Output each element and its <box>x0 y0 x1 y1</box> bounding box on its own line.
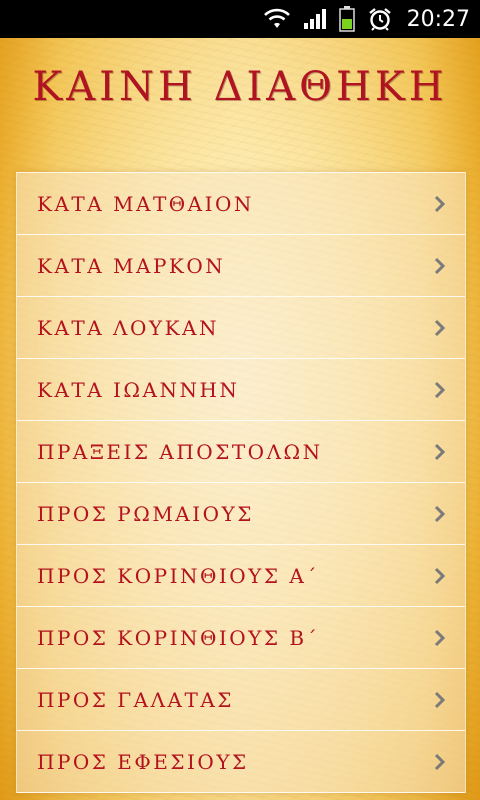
alarm-icon <box>367 7 393 31</box>
chevron-right-icon <box>433 256 447 276</box>
chevron-right-icon <box>433 690 447 710</box>
phone-screen: 20:27 ΚΑΙΝΗ ΔΙΑΘΗΚΗ ΚΑΤΑ ΜΑΤΘΑΙΟΝ ΚΑΤΑ Μ… <box>0 0 480 800</box>
book-item[interactable]: ΚΑΤΑ ΛΟΥΚΑΝ <box>17 297 465 359</box>
book-item-label: ΠΡΟΣ ΕΦΕΣΙΟΥΣ <box>37 749 249 774</box>
chevron-right-icon <box>433 318 447 338</box>
book-item-label: ΠΡΟΣ ΚΟΡΙΝΘΙΟΥΣ Α΄ <box>37 563 319 588</box>
chevron-right-icon <box>433 442 447 462</box>
book-item-label: ΚΑΤΑ ΛΟΥΚΑΝ <box>37 315 219 340</box>
chevron-right-icon <box>433 628 447 648</box>
app-title: ΚΑΙΝΗ ΔΙΑΘΗΚΗ <box>32 64 448 110</box>
book-item[interactable]: ΠΡΑΞΕΙΣ ΑΠΟΣΤΟΛΩΝ <box>17 421 465 483</box>
chevron-right-icon <box>433 504 447 524</box>
book-list: ΚΑΤΑ ΜΑΤΘΑΙΟΝ ΚΑΤΑ ΜΑΡΚΟΝ ΚΑΤΑ ΛΟΥΚΑΝ ΚΑ… <box>16 172 466 793</box>
status-clock: 20:27 <box>406 6 470 32</box>
battery-icon <box>338 6 355 32</box>
signal-icon <box>303 8 327 30</box>
book-item-label: ΠΡΟΣ ΡΩΜΑΙΟΥΣ <box>37 501 254 526</box>
book-item[interactable]: ΠΡΟΣ ΚΟΡΙΝΘΙΟΥΣ Β΄ <box>17 607 465 669</box>
book-item-label: ΚΑΤΑ ΜΑΤΘΑΙΟΝ <box>37 191 254 216</box>
book-item[interactable]: ΠΡΟΣ ΡΩΜΑΙΟΥΣ <box>17 483 465 545</box>
book-item-label: ΠΡΑΞΕΙΣ ΑΠΟΣΤΟΛΩΝ <box>37 439 323 464</box>
book-item-label: ΠΡΟΣ ΓΑΛΑΤΑΣ <box>37 687 234 712</box>
wifi-icon <box>263 8 291 30</box>
chevron-right-icon <box>433 194 447 214</box>
book-item[interactable]: ΠΡΟΣ ΕΦΕΣΙΟΥΣ <box>17 731 465 793</box>
chevron-right-icon <box>433 752 447 772</box>
book-item[interactable]: ΚΑΤΑ ΜΑΡΚΟΝ <box>17 235 465 297</box>
book-item[interactable]: ΠΡΟΣ ΓΑΛΑΤΑΣ <box>17 669 465 731</box>
book-item[interactable]: ΚΑΤΑ ΙΩΑΝΝΗΝ <box>17 359 465 421</box>
chevron-right-icon <box>433 380 447 400</box>
book-item-label: ΠΡΟΣ ΚΟΡΙΝΘΙΟΥΣ Β΄ <box>37 625 320 650</box>
book-item-label: ΚΑΤΑ ΜΑΡΚΟΝ <box>37 253 226 278</box>
chevron-right-icon <box>433 566 447 586</box>
book-item[interactable]: ΚΑΤΑ ΜΑΤΘΑΙΟΝ <box>17 173 465 235</box>
book-item-label: ΚΑΤΑ ΙΩΑΝΝΗΝ <box>37 377 240 402</box>
status-bar: 20:27 <box>0 0 480 38</box>
book-item[interactable]: ΠΡΟΣ ΚΟΡΙΝΘΙΟΥΣ Α΄ <box>17 545 465 607</box>
